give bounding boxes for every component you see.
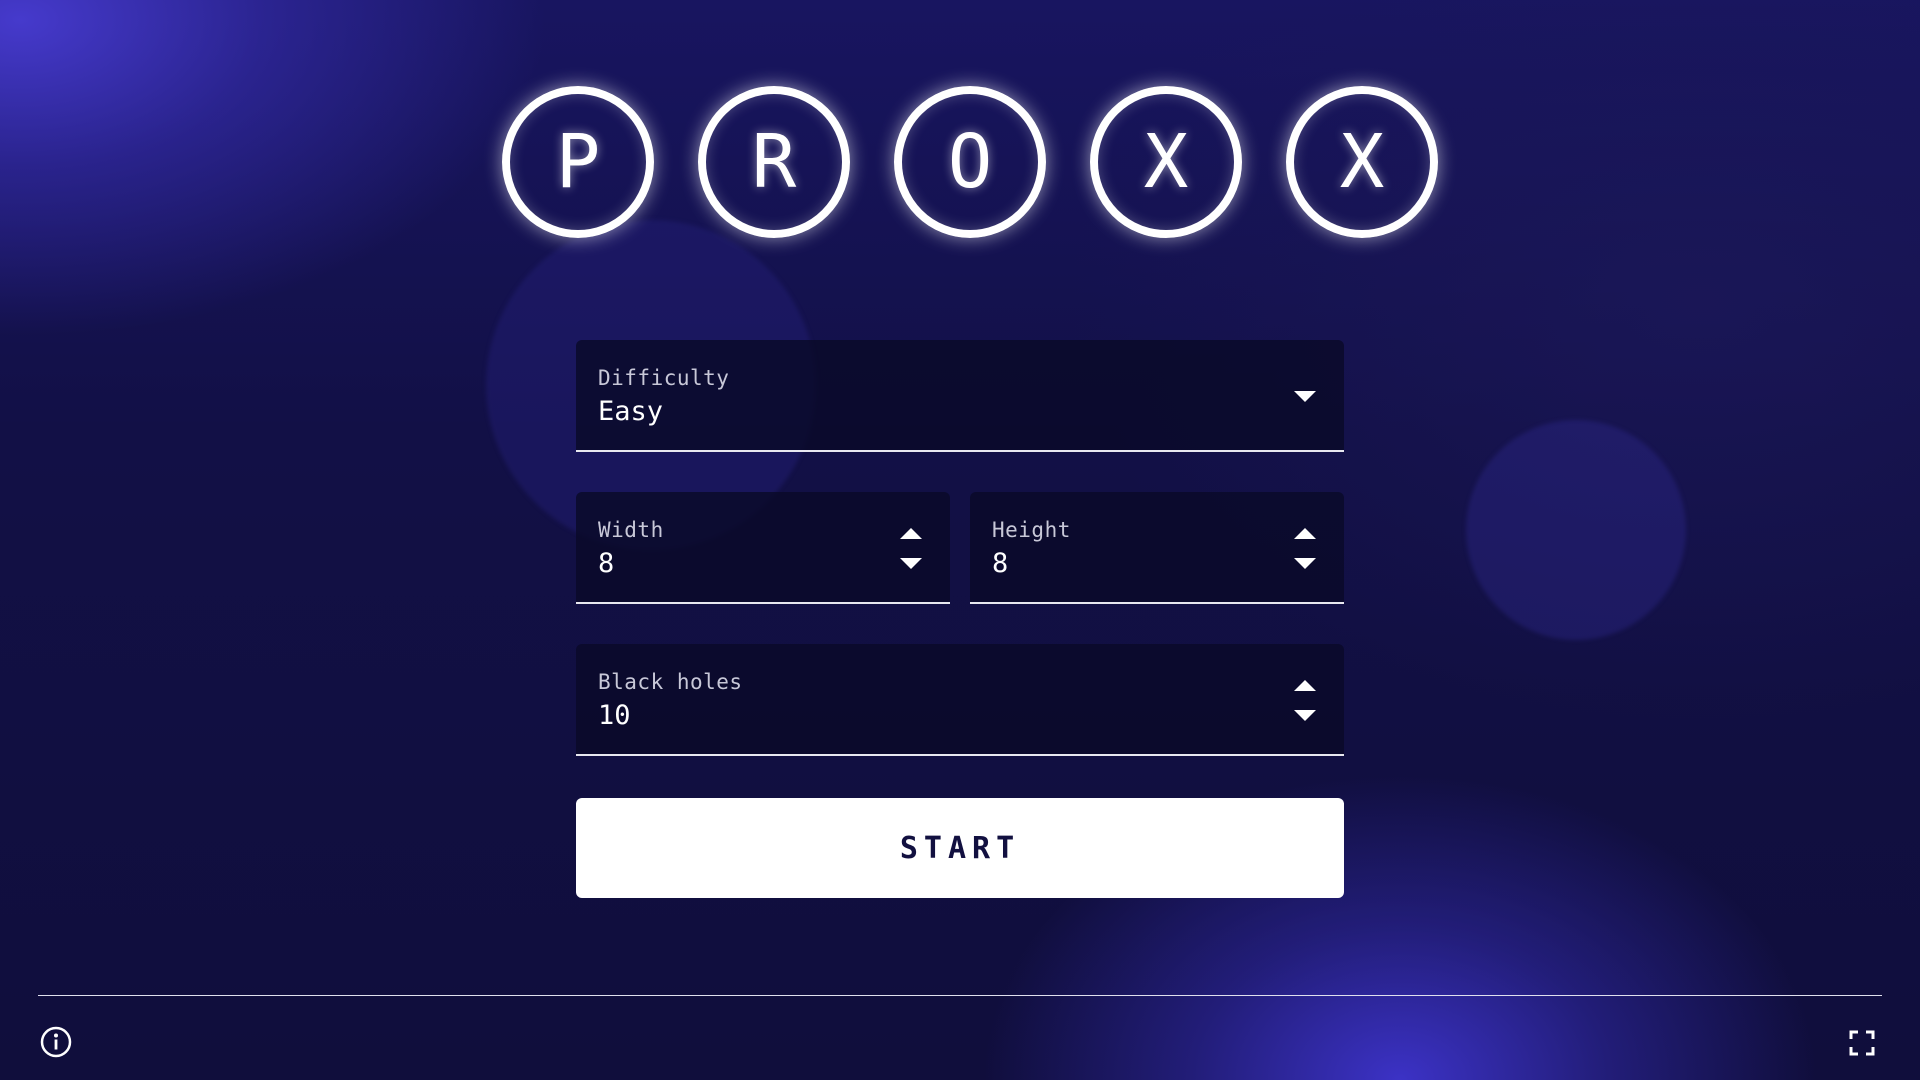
difficulty-label: Difficulty — [598, 366, 730, 390]
info-icon[interactable] — [40, 1026, 72, 1058]
width-stepper[interactable]: Width 8 — [576, 492, 950, 604]
logo-letter: X — [1286, 86, 1438, 238]
fullscreen-icon[interactable] — [1849, 1030, 1875, 1056]
logo-letter: R — [698, 86, 850, 238]
background-orb — [1466, 420, 1686, 640]
height-value[interactable]: 8 — [992, 548, 1008, 579]
decrement-icon[interactable] — [1294, 710, 1316, 721]
increment-icon[interactable] — [900, 528, 922, 539]
logo-letter: O — [894, 86, 1046, 238]
logo-letter: X — [1090, 86, 1242, 238]
increment-icon[interactable] — [1294, 528, 1316, 539]
width-value[interactable]: 8 — [598, 548, 614, 579]
width-label: Width — [598, 518, 664, 542]
black-holes-stepper[interactable]: Black holes 10 — [576, 644, 1344, 756]
difficulty-select[interactable]: Difficulty Easy — [576, 340, 1344, 452]
game-logo: P R O X X — [502, 86, 1438, 238]
chevron-down-icon[interactable] — [1294, 391, 1316, 402]
decrement-icon[interactable] — [1294, 558, 1316, 569]
footer-divider — [38, 995, 1882, 996]
increment-icon[interactable] — [1294, 680, 1316, 691]
height-label: Height — [992, 518, 1071, 542]
logo-letter: P — [502, 86, 654, 238]
black-holes-label: Black holes — [598, 670, 743, 694]
height-stepper[interactable]: Height 8 — [970, 492, 1344, 604]
black-holes-value[interactable]: 10 — [598, 700, 631, 731]
difficulty-value: Easy — [598, 396, 664, 427]
start-button[interactable]: START — [576, 798, 1344, 898]
decrement-icon[interactable] — [900, 558, 922, 569]
